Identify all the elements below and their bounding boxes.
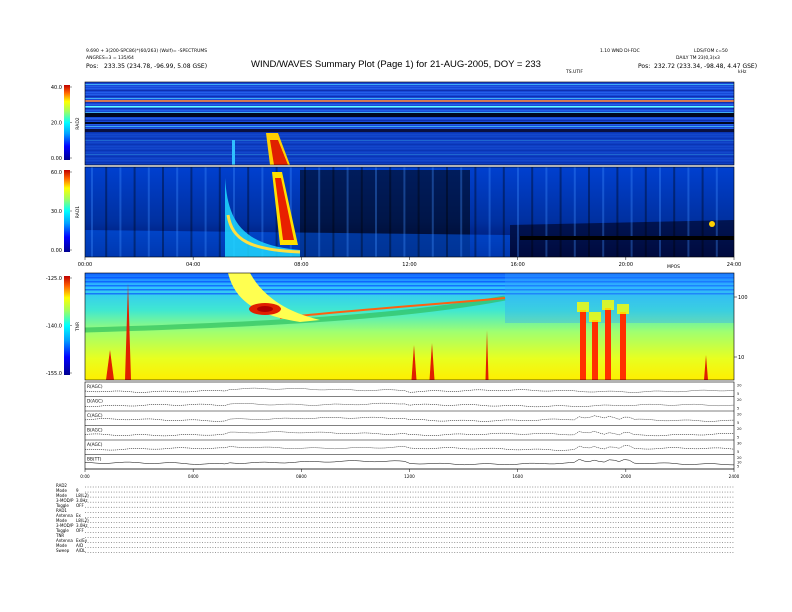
agc-xtick-label-2: 0800 (296, 474, 307, 479)
agc-series-label-5: BB(TT) (87, 457, 102, 463)
agc-right-tick-4-1: 5 (737, 450, 739, 454)
footer-value-9: OFF (76, 527, 84, 533)
rad1-xtick-label-4: 16:00 (510, 262, 524, 268)
ytick-rad2-1: 20.0 (51, 121, 62, 127)
tnr-right-tick-label-0: 100 (738, 295, 748, 301)
agc-trace-5 (84, 459, 735, 466)
agc-series-label-2: C(AGC) (87, 413, 103, 419)
ytick-tnr-0: -125.0 (46, 276, 62, 282)
rad1-xtick-label-2: 08:00 (294, 262, 308, 268)
agc-xtick-label-5: 2000 (620, 474, 631, 479)
footer-key-13: Sweep (56, 548, 70, 554)
agc-right-tick-0-0: 20 (737, 384, 742, 388)
agc-right-tick-1-0: 20 (737, 398, 742, 402)
agc-right-tick-2-0: 20 (737, 413, 742, 417)
agc-right-tick-3-0: 20 (737, 427, 742, 431)
ytick-rad2-0: 40.0 (51, 85, 62, 91)
agc-xtick-label-3: 1200 (404, 474, 415, 479)
rad1-xtick-label-5: 20:00 (619, 262, 633, 268)
agc-series-label-4: A(AGC) (87, 442, 103, 448)
ytick-rad1-1: 30.0 (51, 209, 62, 215)
summary-plot-svg: 00:00 04:00 08:00 12:00 16:00 20:00 24:00 MPOS 4… (46, 81, 748, 553)
summary-plot-page: WIND/WAVES Summary Plot (Page 1) for 21-… (0, 0, 792, 612)
rad1-xtick-label-3: 12:00 (402, 262, 416, 268)
agc-trace-2 (84, 415, 735, 422)
ylabel-tnr: TNR (75, 322, 81, 332)
agc-trace-1 (84, 402, 735, 408)
ytick-tnr-2: -155.0 (46, 371, 62, 377)
agc-right-tick-2-1: 5 (737, 421, 739, 425)
colorbar-rad2 (64, 85, 70, 160)
agc-right-tick-5-2: 5 (737, 465, 739, 469)
agc-series-label-3: B(AGC) (87, 428, 103, 434)
agc-xtick-label-1: 0400 (188, 474, 199, 479)
agc-trace-4 (84, 445, 735, 451)
agc-trace-0 (84, 387, 735, 393)
ytick-rad2-2: 0.00 (51, 156, 62, 162)
agc-right-tick-3-1: 5 (737, 436, 739, 440)
agc-right-tick-1-1: 5 (737, 407, 739, 411)
ytick-rad1-2: 0.00 (51, 248, 62, 254)
agc-right-tick-0-1: 5 (737, 392, 739, 396)
rad1-xtick-label-6: 24:00 (727, 262, 741, 268)
agc-trace-3 (84, 431, 735, 437)
colorbar-tnr (64, 276, 70, 375)
agc-series-label-0: R(AGC) (87, 384, 103, 390)
panel3-right-label: MPOS (667, 264, 680, 270)
ylabel-rad2: RAD2 (75, 117, 81, 129)
agc-xtick-label-0: 0:00 (80, 474, 90, 479)
agc-right-tick-4-0: 30 (737, 442, 742, 446)
colorbar-rad1 (64, 170, 70, 252)
tnr-right-tick-label-1: 10 (738, 355, 744, 361)
rad2-spectrogram-features (85, 84, 734, 165)
footer-value-13: A/DL (76, 548, 86, 554)
ylabel-rad1: RAD1 (75, 206, 81, 218)
ytick-rad1-0: 60.0 (51, 170, 62, 176)
rad1-xtick-label-0: 00:00 (78, 262, 92, 268)
agc-xtick-label-6: 2400 (729, 474, 740, 479)
ytick-tnr-1: -140.0 (46, 324, 62, 330)
footer-value-4: OFF (76, 502, 84, 508)
agc-series-label-1: D(AGC) (87, 399, 103, 405)
rad1-xtick-label-1: 04:00 (186, 262, 200, 268)
agc-xtick-label-4: 1600 (512, 474, 523, 479)
